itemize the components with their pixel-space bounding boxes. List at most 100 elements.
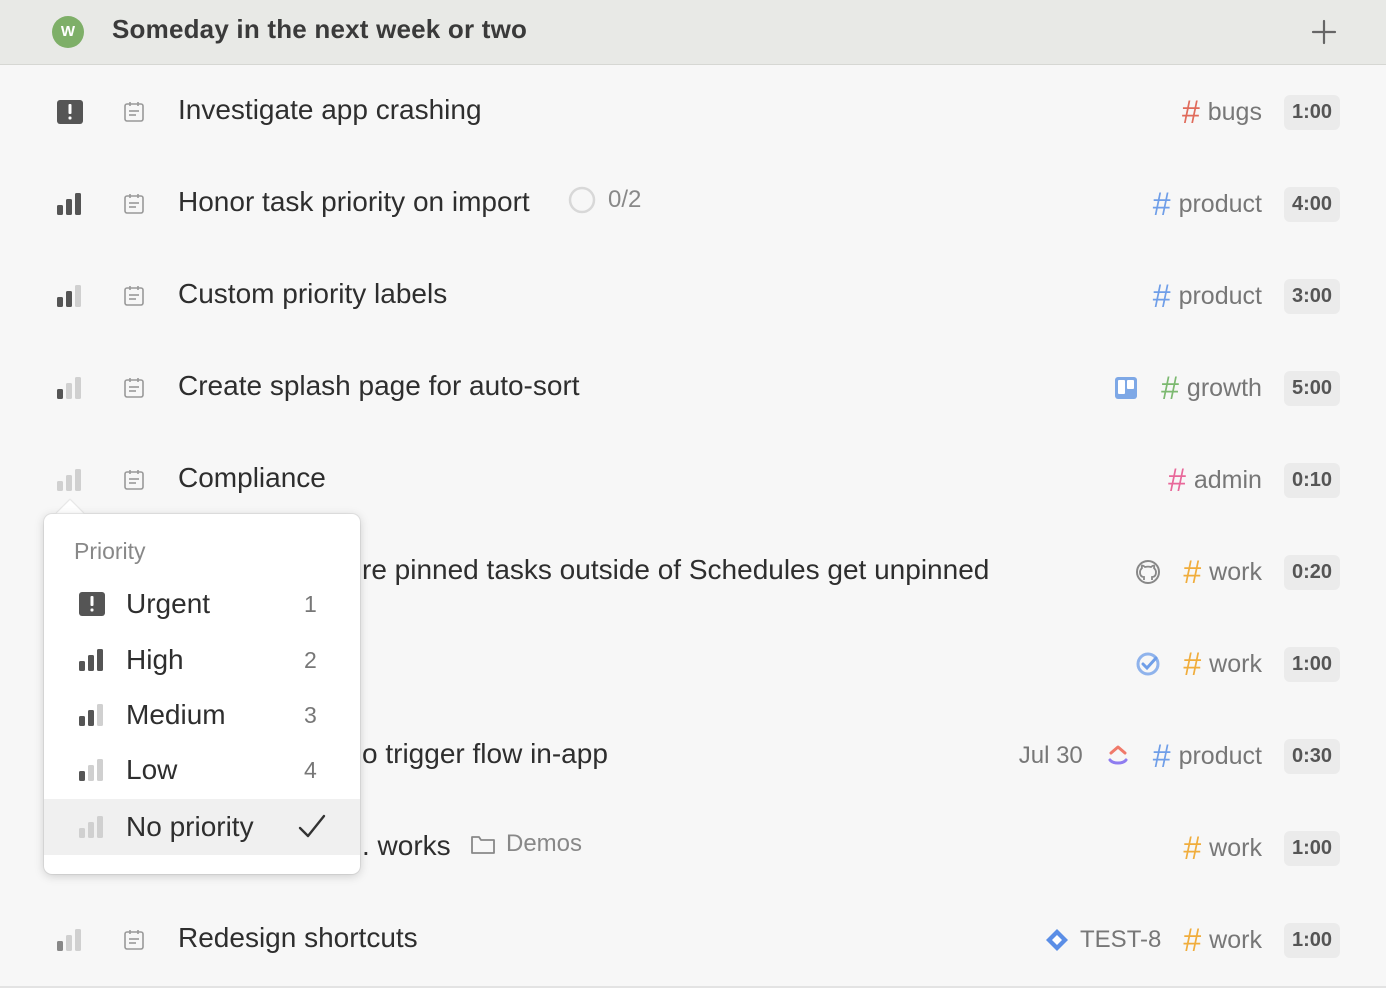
priority-medium-icon <box>79 704 103 726</box>
duration-badge[interactable]: 5:00 <box>1283 370 1340 406</box>
duration-badge[interactable]: 1:00 <box>1283 646 1340 682</box>
tag[interactable]: # work <box>1183 556 1262 588</box>
task-title[interactable]: Investigate app crashing <box>178 94 482 126</box>
task-title[interactable]: re pinned tasks outside of Schedules get… <box>362 554 989 586</box>
hash-icon: # <box>1183 554 1202 590</box>
hash-icon: # <box>1152 186 1171 222</box>
hash-icon: # <box>1183 922 1202 958</box>
clickup-icon[interactable] <box>1105 743 1131 769</box>
tag-label: admin <box>1193 465 1262 494</box>
duration-badge[interactable]: 1:00 <box>1283 830 1340 866</box>
jira-icon[interactable] <box>1044 927 1070 953</box>
folder-label[interactable]: Demos <box>470 830 582 858</box>
urgent-icon[interactable] <box>56 100 84 124</box>
tag-label: work <box>1209 925 1262 954</box>
priority-high-icon <box>79 649 103 671</box>
list-header: W Someday in the next week or two <box>0 0 1386 65</box>
note-icon <box>124 378 144 398</box>
option-shortcut: 3 <box>304 702 317 728</box>
tag-label: product <box>1178 281 1262 310</box>
hash-icon: # <box>1183 830 1202 866</box>
hash-icon: # <box>1152 738 1171 774</box>
task-row[interactable]: Redesign shortcuts TEST-8 # work 1:00 <box>0 894 1386 986</box>
task-title[interactable]: Redesign shortcuts <box>178 922 418 954</box>
priority-option-low[interactable]: Low 4 <box>44 742 360 798</box>
tag-label: work <box>1209 649 1262 678</box>
tag-label: product <box>1178 189 1262 218</box>
duration-badge[interactable]: 0:20 <box>1283 554 1340 590</box>
duration-badge[interactable]: 0:30 <box>1283 738 1340 774</box>
option-label: Low <box>126 754 178 785</box>
option-label: No priority <box>126 811 254 842</box>
issue-key[interactable]: TEST-8 <box>1080 926 1161 954</box>
subtask-progress[interactable]: 0/2 <box>568 186 641 214</box>
priority-medium-icon[interactable] <box>56 284 84 308</box>
task-title[interactable]: Custom priority labels <box>178 278 447 310</box>
duration-badge[interactable]: 1:00 <box>1283 922 1340 958</box>
folder-icon <box>471 836 495 854</box>
task-title[interactable]: o trigger flow in-app <box>362 738 608 770</box>
task-row[interactable]: Investigate app crashing # bugs 1:00 <box>0 66 1386 158</box>
hash-icon: # <box>1168 462 1186 498</box>
tag[interactable]: # product <box>1153 280 1262 312</box>
task-title[interactable]: Compliance <box>178 462 326 494</box>
priority-none-icon <box>79 816 103 838</box>
priority-low-icon[interactable] <box>56 928 84 952</box>
priority-low-icon[interactable] <box>56 376 84 400</box>
tag[interactable]: # admin <box>1168 464 1262 496</box>
tag-label: work <box>1209 833 1262 862</box>
tag[interactable]: # bugs <box>1182 96 1262 128</box>
progress-label: 0/2 <box>608 186 642 213</box>
hash-icon: # <box>1183 646 1202 682</box>
tag[interactable]: # work <box>1183 648 1262 680</box>
check-target-icon[interactable] <box>1135 651 1161 677</box>
checkmark-icon <box>298 814 326 838</box>
plus-icon[interactable] <box>1308 16 1340 48</box>
tag[interactable]: # product <box>1153 740 1262 772</box>
task-title[interactable]: Create splash page for auto-sort <box>178 370 580 402</box>
priority-option-urgent[interactable]: Urgent 1 <box>44 576 360 632</box>
list-title: Someday in the next week or two <box>112 14 528 44</box>
note-icon <box>124 930 144 950</box>
priority-low-icon <box>79 759 103 781</box>
task-title[interactable]: Honor task priority on import <box>178 186 530 218</box>
task-title[interactable]: . works <box>362 830 451 862</box>
tag-label: bugs <box>1207 97 1262 126</box>
priority-menu-heading: Priority <box>74 538 146 564</box>
task-row[interactable]: Honor task priority on import 0/2 # produ… <box>0 158 1386 250</box>
tag[interactable]: # product <box>1153 188 1262 220</box>
duration-badge[interactable]: 1:00 <box>1283 94 1340 130</box>
note-icon <box>124 102 144 122</box>
task-row[interactable]: Create splash page for auto-sort # growth… <box>0 342 1386 434</box>
folder-name: Demos <box>506 830 583 857</box>
note-icon <box>124 470 144 490</box>
priority-menu: Priority Urgent 1 High 2 Medium 3 Low 4 … <box>44 514 360 874</box>
note-icon <box>124 286 144 306</box>
option-label: Urgent <box>126 588 211 619</box>
priority-option-high[interactable]: High 2 <box>44 632 360 688</box>
tag[interactable]: # work <box>1183 832 1262 864</box>
tag-label: product <box>1178 741 1262 770</box>
priority-option-medium[interactable]: Medium 3 <box>44 687 360 743</box>
priority-option-none[interactable]: No priority <box>44 799 360 855</box>
tag-label: work <box>1209 557 1262 586</box>
trello-icon[interactable] <box>1113 375 1139 401</box>
tag-label: growth <box>1186 373 1262 402</box>
due-date[interactable]: Jul 30 <box>1019 742 1083 770</box>
urgent-icon <box>79 592 105 616</box>
note-icon <box>124 194 144 214</box>
option-label: Medium <box>126 699 226 730</box>
priority-none-icon[interactable] <box>56 468 84 492</box>
github-icon[interactable] <box>1135 559 1161 585</box>
tag[interactable]: # work <box>1183 924 1262 956</box>
priority-high-icon[interactable] <box>56 192 84 216</box>
duration-badge[interactable]: 3:00 <box>1283 278 1340 314</box>
hash-icon: # <box>1152 278 1171 314</box>
workspace-avatar[interactable]: W <box>52 16 84 48</box>
duration-badge[interactable]: 4:00 <box>1283 186 1340 222</box>
task-row[interactable]: Custom priority labels # product 3:00 <box>0 250 1386 342</box>
duration-badge[interactable]: 0:10 <box>1283 462 1340 498</box>
option-shortcut: 1 <box>304 591 317 617</box>
tag[interactable]: # growth <box>1161 372 1262 404</box>
task-row[interactable]: Compliance # admin 0:10 <box>0 434 1386 526</box>
